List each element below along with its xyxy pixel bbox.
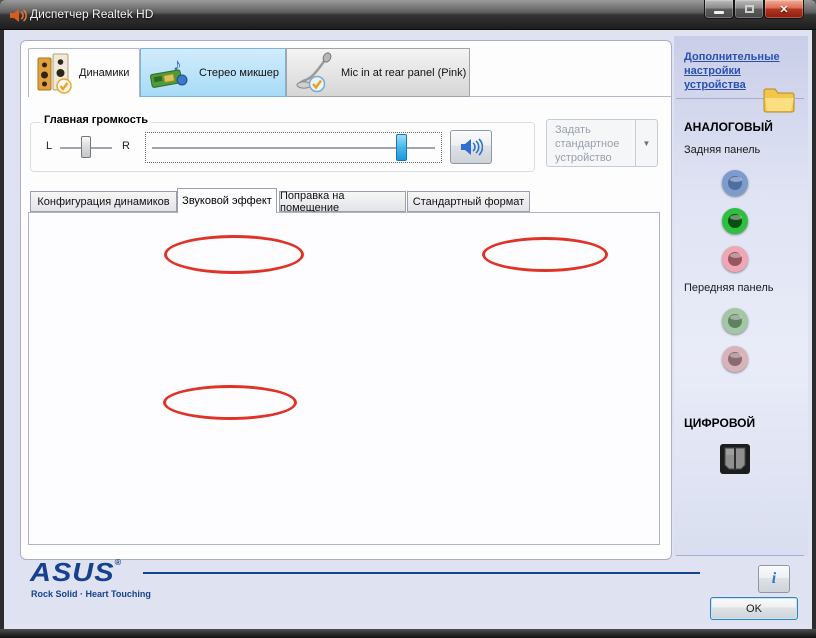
front-jack-green-headphone[interactable] xyxy=(722,308,748,334)
rear-panel-label: Задняя панель xyxy=(684,144,760,156)
front-jack-pink-mic[interactable] xyxy=(722,346,748,372)
ok-button[interactable]: OK xyxy=(710,597,798,620)
rear-jack-blue-line-in[interactable] xyxy=(722,170,748,196)
connector-settings-folder-icon[interactable] xyxy=(762,86,796,114)
sidebar: Дополнительные настройки устройства АНАЛ… xyxy=(674,36,808,556)
info-icon: i xyxy=(772,570,776,588)
info-button[interactable]: i xyxy=(758,565,790,593)
ok-label: OK xyxy=(746,603,762,615)
registered-mark: ® xyxy=(115,558,123,567)
sidebar-divider-bottom xyxy=(676,555,804,556)
window-title: Диспетчер Realtek HD xyxy=(30,7,153,21)
speakers-icon xyxy=(37,52,73,94)
realtek-hd-manager-window: Диспетчер Realtek HD ✕ Динамики ♪ xyxy=(0,0,816,638)
spdif-optical-port-icon[interactable] xyxy=(720,444,750,474)
balance-slider-thumb[interactable] xyxy=(81,136,91,158)
rear-jack-pink-mic-in[interactable] xyxy=(722,246,748,272)
speaker-title-icon xyxy=(9,7,27,24)
balance-left-label: L xyxy=(46,140,52,152)
set-default-dropdown-arrow[interactable]: ▼ xyxy=(635,120,657,166)
tab-mic-in-label: Mic in at rear panel (Pink) xyxy=(341,67,466,79)
tab-mic-in[interactable]: Mic in at rear panel (Pink) xyxy=(286,48,470,97)
asus-logo-text: ASUS xyxy=(30,559,115,588)
balance-right-label: R xyxy=(122,140,130,152)
set-default-device-button[interactable]: Задать стандартное устройство ▼ xyxy=(546,119,658,167)
close-button[interactable]: ✕ xyxy=(764,0,804,19)
tab-speakers-label: Динамики xyxy=(79,67,129,79)
titlebar: Диспетчер Realtek HD ✕ xyxy=(0,0,816,30)
tab-room-correction-label: Поправка на помещение xyxy=(280,190,405,214)
volume-slider-thumb[interactable] xyxy=(396,134,407,161)
tab-default-format-label: Стандартный формат xyxy=(413,196,524,208)
tab-speaker-config[interactable]: Конфигурация динамиков xyxy=(30,191,177,212)
tab-default-format[interactable]: Стандартный формат xyxy=(407,191,530,212)
blue-speaker-icon xyxy=(459,136,483,158)
maximize-button[interactable] xyxy=(734,0,764,19)
analog-heading: АНАЛОГОВЫЙ xyxy=(684,120,773,134)
mute-speaker-button[interactable] xyxy=(450,130,492,164)
window-frame-bottom xyxy=(0,629,816,638)
tab-speakers[interactable]: Динамики xyxy=(28,48,140,97)
minimize-button[interactable] xyxy=(704,0,734,19)
tab-sound-effect-label: Звуковой эффект xyxy=(182,195,272,207)
master-volume-legend: Главная громкость xyxy=(40,114,152,126)
rear-jack-green-line-out[interactable] xyxy=(722,208,748,234)
tab-sound-effect[interactable]: Звуковой эффект xyxy=(177,188,277,213)
maximize-icon xyxy=(745,5,754,13)
footer-accent-line xyxy=(143,572,700,574)
svg-text:♪: ♪ xyxy=(173,55,182,74)
digital-heading: ЦИФРОВОЙ xyxy=(684,416,755,430)
front-panel-label: Передняя панель xyxy=(684,282,774,294)
tab-room-correction[interactable]: Поправка на помещение xyxy=(279,191,406,212)
microphone-icon xyxy=(295,52,335,94)
sound-effect-panel xyxy=(28,212,660,545)
tab-speaker-config-label: Конфигурация динамиков xyxy=(37,196,169,208)
asus-logo: ASUS® xyxy=(30,558,122,589)
sound-card-icon: ♪ xyxy=(149,54,193,92)
tab-stereo-mixer[interactable]: ♪ Стерео микшер xyxy=(140,48,286,97)
volume-slider-track[interactable] xyxy=(152,147,435,149)
minimize-icon xyxy=(714,11,724,14)
tab-stereo-mixer-label: Стерео микшер xyxy=(199,67,279,79)
asus-tagline: Rock Solid · Heart Touching xyxy=(31,589,151,599)
set-default-device-label: Задать стандартное устройство xyxy=(555,123,627,165)
